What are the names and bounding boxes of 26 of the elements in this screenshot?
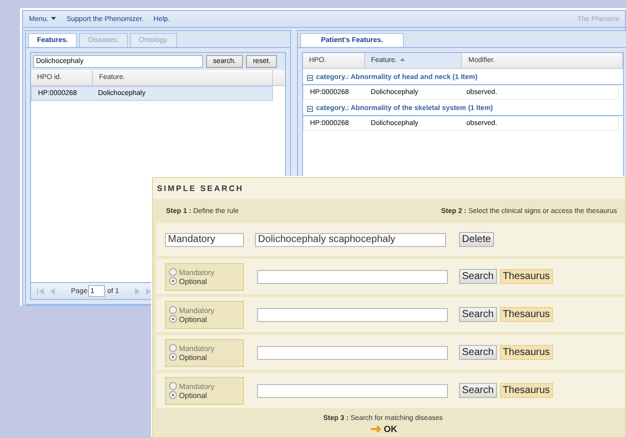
thesaurus-button[interactable]: Thesaurus (500, 269, 553, 284)
collapse-icon[interactable] (307, 74, 313, 80)
sort-icon (400, 57, 406, 61)
arrow-icon (370, 425, 382, 433)
ok-button[interactable]: OK (370, 424, 398, 434)
next-page-icon[interactable] (135, 288, 140, 294)
caret-icon (51, 17, 56, 21)
previous-page-icon[interactable] (50, 288, 55, 294)
search-button[interactable]: Search (459, 345, 497, 360)
first-page-icon[interactable] (37, 288, 44, 294)
last-page-icon[interactable] (146, 288, 154, 294)
thesaurus-button[interactable]: Thesaurus (500, 383, 553, 398)
term-field[interactable] (257, 308, 448, 322)
collapse-icon[interactable] (307, 106, 313, 112)
panel-title: SIMPLE SEARCH (153, 178, 625, 199)
thesaurus-button[interactable]: Thesaurus (500, 307, 553, 322)
search-button[interactable]: Search (459, 269, 497, 284)
term-field[interactable] (257, 270, 448, 284)
term-field[interactable] (257, 346, 448, 360)
term-field[interactable]: Dolichocephaly scaphocephaly (255, 232, 446, 246)
search-button[interactable]: Search (459, 307, 497, 322)
rule-mode-field[interactable]: Mandatory (165, 232, 244, 246)
term-field[interactable] (257, 384, 448, 398)
thesaurus-button[interactable]: Thesaurus (500, 345, 553, 360)
delete-button[interactable]: Delete (459, 232, 494, 247)
search-button[interactable]: Search (459, 383, 497, 398)
